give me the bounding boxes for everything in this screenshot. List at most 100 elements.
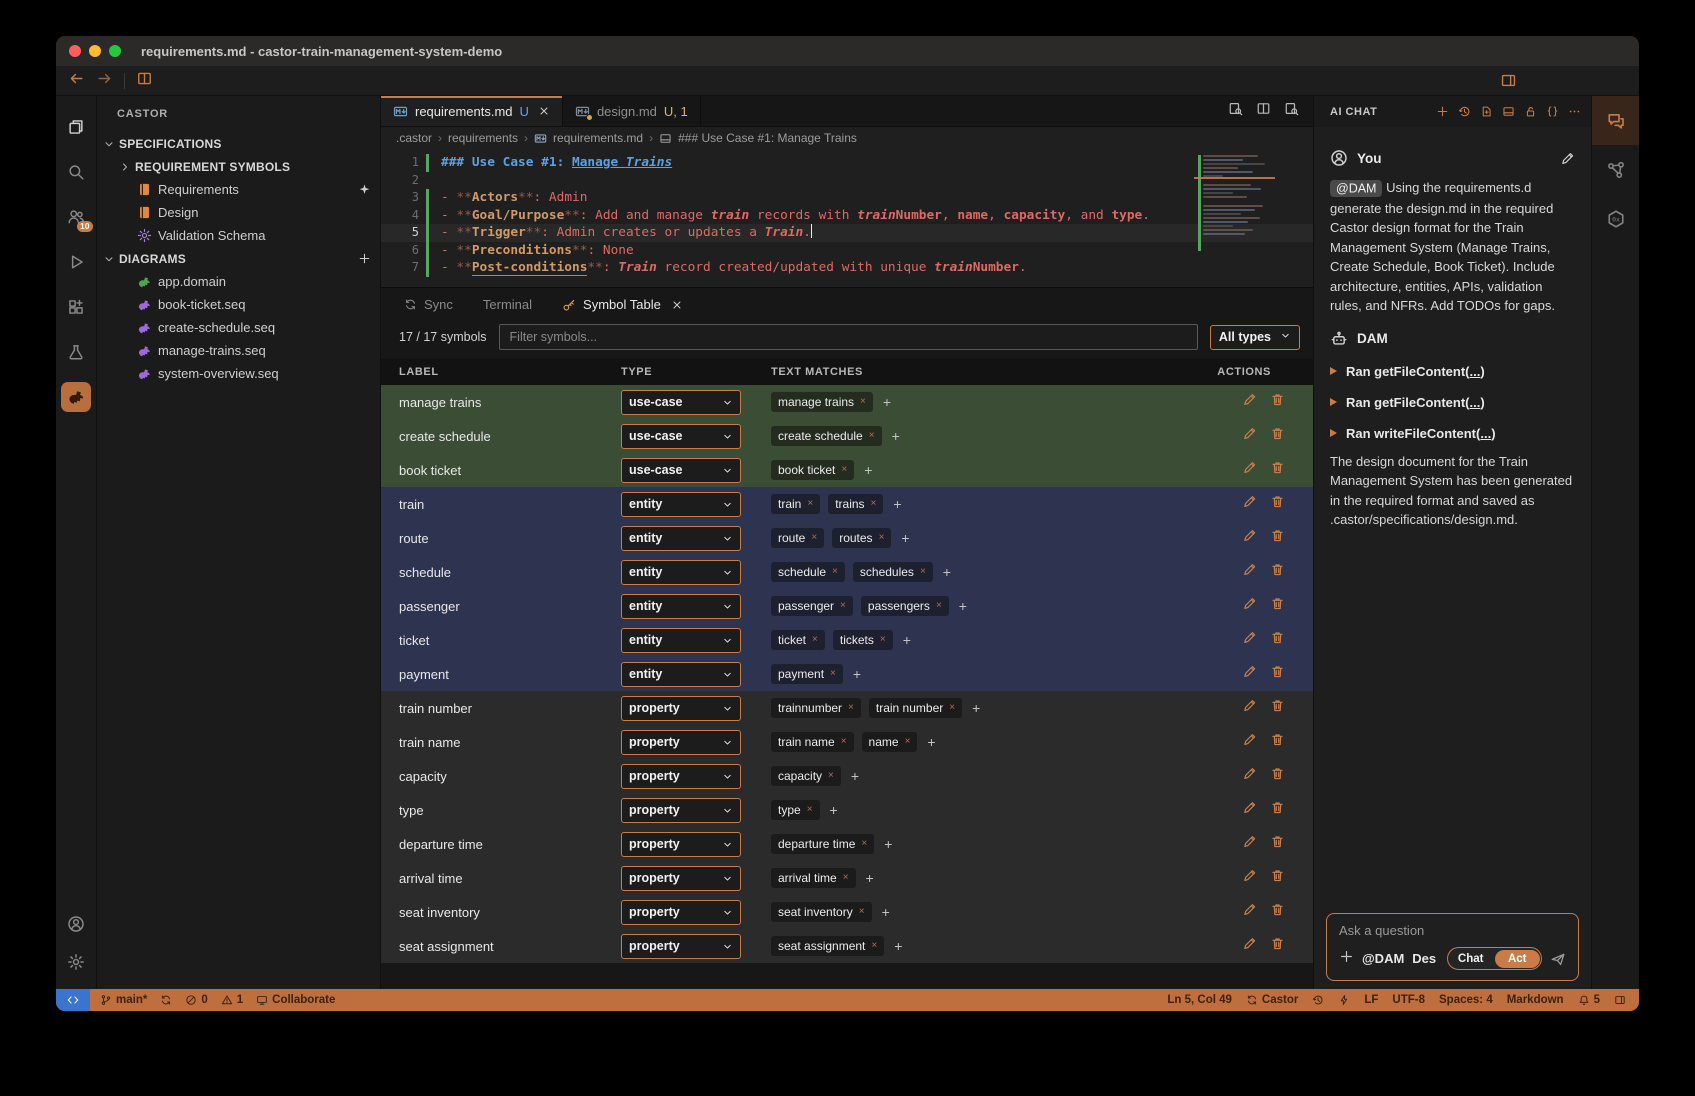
open-preview-button[interactable] xyxy=(1228,101,1243,121)
agent-mention[interactable]: @DAM xyxy=(1362,951,1404,966)
edit-symbol-button[interactable] xyxy=(1242,494,1257,514)
remove-match-icon[interactable]: × xyxy=(936,601,942,611)
remove-match-icon[interactable]: × xyxy=(880,635,886,645)
status-language-mode[interactable]: Markdown xyxy=(1507,994,1564,1006)
file-plus-icon[interactable] xyxy=(1480,105,1493,118)
toggle-secondary-panel-button[interactable] xyxy=(1500,72,1517,89)
delete-symbol-button[interactable] xyxy=(1270,630,1285,650)
remove-match-icon[interactable]: × xyxy=(807,805,813,815)
remove-match-icon[interactable]: × xyxy=(859,907,865,917)
edit-symbol-button[interactable] xyxy=(1242,800,1257,820)
add-match-button[interactable]: + xyxy=(892,428,900,444)
remove-match-icon[interactable]: × xyxy=(920,567,926,577)
file-plus-button[interactable] xyxy=(1480,105,1493,118)
tree-item-requirement-symbols[interactable]: REQUIREMENT SYMBOLS xyxy=(97,155,380,178)
edit-symbol-button[interactable] xyxy=(1242,460,1257,480)
forward-icon[interactable] xyxy=(96,70,113,87)
text-match-chip[interactable]: create schedule× xyxy=(771,426,882,446)
delete-symbol-button[interactable] xyxy=(1270,596,1285,616)
lock-icon[interactable] xyxy=(1524,105,1537,118)
maximize-button[interactable] xyxy=(109,45,121,57)
remove-match-icon[interactable]: × xyxy=(905,737,911,747)
pencil-icon[interactable] xyxy=(1242,392,1257,407)
remove-match-icon[interactable]: × xyxy=(828,771,834,781)
code-line[interactable]: 5- **Trigger**: Admin creates or updates… xyxy=(381,224,1313,242)
add-match-button[interactable]: + xyxy=(882,904,890,920)
add-diagram-button[interactable] xyxy=(358,252,371,265)
text-match-chip[interactable]: routes× xyxy=(832,528,891,548)
pencil-icon[interactable] xyxy=(1242,800,1257,815)
layout2-icon[interactable] xyxy=(1500,72,1517,89)
text-match-chip[interactable]: train number× xyxy=(869,698,962,718)
type-select[interactable]: entity xyxy=(621,628,741,653)
add-match-button[interactable]: + xyxy=(927,734,935,750)
mention-chip[interactable]: @DAM xyxy=(1330,180,1382,197)
tool-call[interactable]: Ran getFileContent(...) xyxy=(1330,364,1575,379)
text-match-chip[interactable]: schedules× xyxy=(853,562,933,582)
delete-symbol-button[interactable] xyxy=(1270,936,1285,956)
remove-match-icon[interactable]: × xyxy=(871,941,877,951)
tool-args[interactable]: ... xyxy=(1480,426,1491,441)
plus-icon[interactable] xyxy=(358,252,371,265)
add-match-button[interactable]: + xyxy=(959,598,967,614)
expand-triangle-icon[interactable] xyxy=(1330,429,1337,437)
breadcrumb-item[interactable]: requirements.md xyxy=(553,131,643,145)
pencil-icon[interactable] xyxy=(1242,562,1257,577)
breadcrumb-item[interactable]: ### Use Case #1: Manage Trains xyxy=(678,131,857,145)
add-match-button[interactable]: + xyxy=(901,530,909,546)
breadcrumb-item[interactable]: .castor xyxy=(396,131,432,145)
add-match-button[interactable]: + xyxy=(853,666,861,682)
code-line[interactable]: 6- **Preconditions**: None xyxy=(381,242,1313,260)
text-match-chip[interactable]: route× xyxy=(771,528,824,548)
code-line[interactable]: 2 xyxy=(381,172,1313,190)
remove-match-icon[interactable]: × xyxy=(812,635,818,645)
status-layout[interactable] xyxy=(1614,994,1626,1006)
pencil-icon[interactable] xyxy=(1560,151,1575,166)
edit-symbol-button[interactable] xyxy=(1242,698,1257,718)
remove-match-icon[interactable]: × xyxy=(869,431,875,441)
text-match-chip[interactable]: book ticket× xyxy=(771,460,854,480)
add-match-button[interactable]: + xyxy=(851,768,859,784)
sync-icon[interactable] xyxy=(1246,994,1258,1006)
text-match-chip[interactable]: trainnumber× xyxy=(771,698,861,718)
pencil-icon[interactable] xyxy=(1242,630,1257,645)
layout-button[interactable] xyxy=(1502,105,1515,118)
expand-triangle-icon[interactable] xyxy=(1330,367,1337,375)
delete-symbol-button[interactable] xyxy=(1270,460,1285,480)
remove-match-icon[interactable]: × xyxy=(807,499,813,509)
activity-item-account[interactable] xyxy=(56,905,96,943)
type-select[interactable]: entity xyxy=(621,492,741,517)
type-select[interactable]: entity xyxy=(621,560,741,585)
type-select[interactable]: entity xyxy=(621,526,741,551)
zap-icon[interactable] xyxy=(1338,994,1350,1006)
delete-symbol-button[interactable] xyxy=(1270,562,1285,582)
right-bar-diagram-view[interactable] xyxy=(1592,145,1639,194)
remove-match-icon[interactable]: × xyxy=(832,567,838,577)
add-match-button[interactable]: + xyxy=(830,802,838,818)
remove-match-icon[interactable]: × xyxy=(861,839,867,849)
code-line[interactable]: 7- **Post-conditions**: Train record cre… xyxy=(381,259,1313,277)
type-select[interactable]: property xyxy=(621,730,741,755)
breadcrumb[interactable]: .castor›requirements›requirements.md›###… xyxy=(381,127,1313,149)
tree-item-design[interactable]: Design xyxy=(97,201,380,224)
add-context-button[interactable] xyxy=(1339,949,1354,969)
delete-symbol-button[interactable] xyxy=(1270,902,1285,922)
breadcrumb-item[interactable]: requirements xyxy=(448,131,518,145)
status-history[interactable] xyxy=(1312,994,1324,1006)
trash-icon[interactable] xyxy=(1270,494,1285,509)
trash-icon[interactable] xyxy=(1270,664,1285,679)
pencil-icon[interactable] xyxy=(1242,528,1257,543)
delete-symbol-button[interactable] xyxy=(1270,800,1285,820)
add-match-button[interactable]: + xyxy=(864,462,872,478)
remove-match-icon[interactable]: × xyxy=(879,533,885,543)
remote-indicator[interactable] xyxy=(56,989,90,1011)
add-match-button[interactable]: + xyxy=(893,496,901,512)
trash-icon[interactable] xyxy=(1270,528,1285,543)
edit-symbol-button[interactable] xyxy=(1242,562,1257,582)
type-select[interactable]: property xyxy=(621,832,741,857)
trash-icon[interactable] xyxy=(1270,426,1285,441)
tree-item-validation-schema[interactable]: Validation Schema xyxy=(97,224,380,247)
remove-match-icon[interactable]: × xyxy=(949,703,955,713)
status-indentation[interactable]: Spaces: 4 xyxy=(1439,994,1493,1006)
add-match-button[interactable]: + xyxy=(972,700,980,716)
